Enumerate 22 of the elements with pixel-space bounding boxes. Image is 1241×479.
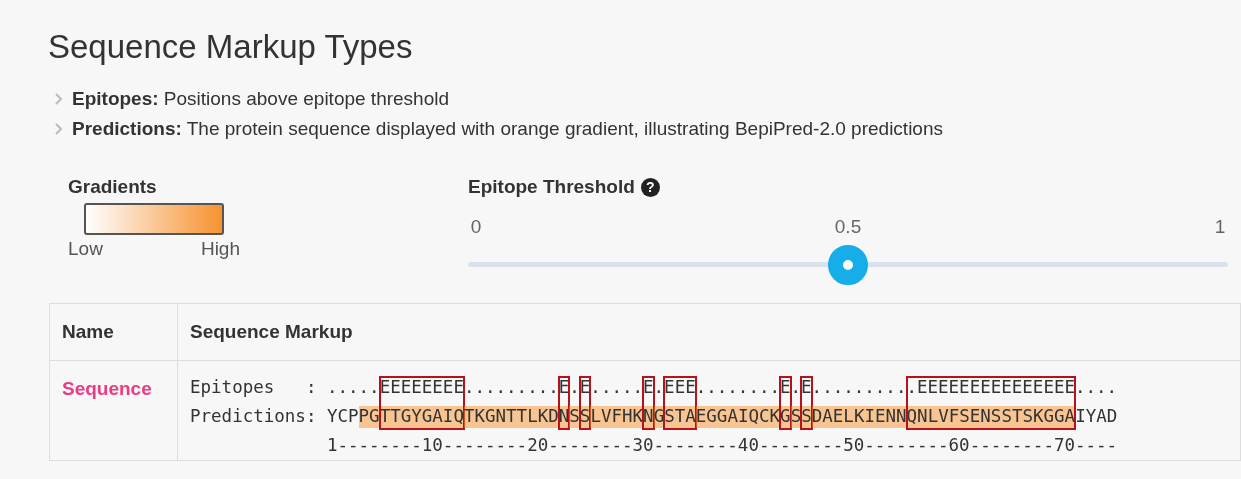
line-label: Predictions: bbox=[190, 405, 318, 428]
threshold-title: Epitope Threshold bbox=[468, 176, 635, 198]
legend-text: Epitopes: Positions above epitope threshold bbox=[72, 88, 450, 110]
slider-thumb[interactable] bbox=[828, 244, 868, 285]
sequence-name[interactable]: Sequence bbox=[50, 361, 178, 461]
legend-text: Predictions: The protein sequence displayed with orange gradient, illustrating BepiPred-2.0 predictions bbox=[72, 118, 943, 140]
page-title: Sequence Markup Types bbox=[48, 28, 414, 66]
chevron-icon bbox=[54, 123, 62, 135]
tick-label: 1 bbox=[1214, 216, 1226, 238]
gradients-title: Gradients bbox=[68, 176, 158, 198]
high-label: High bbox=[200, 238, 240, 260]
tick-label: 0.5 bbox=[834, 216, 862, 238]
help-icon[interactable]: ? bbox=[640, 177, 660, 197]
tick-label: 0 bbox=[470, 216, 482, 238]
column-header: Sequence Markup bbox=[178, 304, 1241, 361]
chevron-icon bbox=[54, 93, 62, 105]
sequence-text: IYAD bbox=[1075, 405, 1118, 428]
position-ruler: 1--------10--------20--------30--------40--------50--------60--------70---- bbox=[326, 434, 1118, 457]
line-label: Epitopes : bbox=[190, 376, 318, 399]
low-label: Low bbox=[68, 238, 103, 260]
sequence-text: YCP bbox=[326, 405, 359, 428]
column-header: Name bbox=[50, 304, 178, 361]
